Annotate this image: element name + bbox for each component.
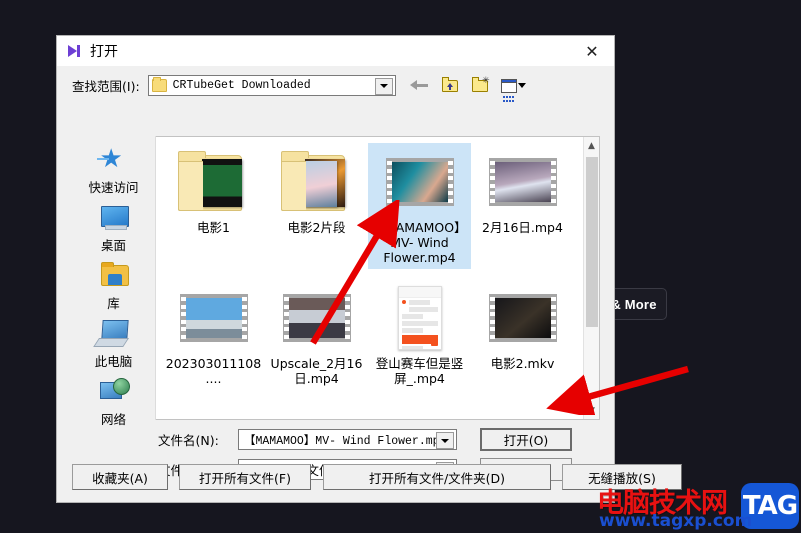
monitor-icon — [96, 202, 132, 234]
view-mode-icon[interactable] — [500, 76, 526, 102]
network-icon — [96, 376, 132, 408]
list-item[interactable]: 电影2.mkv — [471, 279, 574, 390]
open-button-label: 打开(O) — [503, 433, 549, 448]
sidebar-item-desktop[interactable]: 桌面 — [72, 202, 156, 254]
button-label: 收藏夹(A) — [92, 470, 148, 486]
open-all-files-folders-button[interactable]: 打开所有文件/文件夹(D) — [323, 464, 551, 490]
file-name: 电影2.mkv — [490, 356, 555, 371]
file-name: Upscale_2月16日.mp4 — [270, 356, 363, 386]
sidebar-item-label: 快速访问 — [88, 180, 139, 195]
places-sidebar: ★ 快速访问 桌面 库 此电脑 网络 — [72, 136, 156, 427]
button-label: 打开所有文件(F) — [199, 470, 291, 486]
filename-label: 文件名(N): — [158, 433, 219, 448]
list-item[interactable]: 登山赛车但是竖屏_.mp4 — [368, 279, 471, 390]
filename-row: 文件名(N): 【MAMAMOO】MV- Wind Flower.mp4 打开(… — [158, 428, 620, 451]
file-name: 【MAMAMOO】MV- Wind Flower.mp4 — [372, 220, 467, 265]
bottom-button-bar: 收藏夹(A) 打开所有文件(F) 打开所有文件/文件夹(D) 无缝播放(S) — [57, 454, 682, 502]
open-button[interactable]: 打开(O) — [480, 428, 572, 451]
dialog-toolbar: ✳ — [409, 75, 526, 102]
video-thumbnail — [282, 282, 351, 354]
open-file-dialog: 打开 ✕ 查找范围(I): CRTubeGet Downloaded ✳ ★ 快… — [56, 35, 682, 503]
list-item[interactable]: 电影1 — [162, 143, 265, 269]
more-button-label: & More — [611, 296, 657, 312]
vertical-scrollbar[interactable]: ▲ ▼ — [583, 137, 599, 419]
file-grid: 电影1 电影2片段 【MAMAMOO】MV- Wind Flower.mp4 2… — [156, 137, 580, 390]
screenshot-thumbnail — [397, 282, 442, 354]
sidebar-item-label: 库 — [107, 296, 120, 311]
new-folder-icon[interactable]: ✳ — [470, 75, 491, 95]
lookin-value: CRTubeGet Downloaded — [172, 78, 311, 92]
close-icon[interactable]: ✕ — [570, 36, 614, 66]
file-row: 电影1 电影2片段 【MAMAMOO】MV- Wind Flower.mp4 2… — [162, 143, 580, 269]
computer-icon — [96, 318, 132, 350]
folder-icon — [151, 76, 167, 92]
lookin-combobox[interactable]: CRTubeGet Downloaded — [147, 74, 396, 96]
lookin-row: 查找范围(I): CRTubeGet Downloaded ✳ — [57, 66, 614, 104]
folder-thumbnail — [177, 146, 250, 218]
watermark-text: 电脑技术网 www.tagxp.com — [595, 479, 752, 533]
dialog-titlebar: 打开 ✕ — [57, 36, 614, 66]
up-folder-icon[interactable] — [440, 76, 461, 95]
video-thumbnail — [488, 282, 557, 354]
sidebar-item-network[interactable]: 网络 — [72, 376, 156, 428]
list-item[interactable]: 2月16日.mp4 — [471, 143, 574, 269]
button-label: 打开所有文件/文件夹(D) — [368, 470, 506, 486]
chevron-down-icon[interactable] — [436, 432, 454, 449]
filename-value: 【MAMAMOO】MV- Wind Flower.mp4 — [244, 434, 447, 448]
video-thumbnail — [385, 146, 454, 218]
favorites-button[interactable]: 收藏夹(A) — [72, 464, 168, 490]
star-icon: ★ — [96, 144, 132, 176]
file-name: 202303011108.... — [165, 356, 262, 386]
sidebar-item-this-pc[interactable]: 此电脑 — [72, 318, 156, 370]
scrollbar-thumb[interactable] — [586, 157, 598, 327]
file-name: 电影1 — [197, 220, 230, 235]
sidebar-item-label: 网络 — [100, 412, 126, 427]
list-item-selected[interactable]: 【MAMAMOO】MV- Wind Flower.mp4 — [368, 143, 471, 269]
file-list[interactable]: 电影1 电影2片段 【MAMAMOO】MV- Wind Flower.mp4 2… — [156, 136, 600, 420]
lookin-label: 查找范围(I): — [72, 78, 140, 94]
watermark-url: www.tagxp.com — [599, 511, 753, 531]
sidebar-item-library[interactable]: 库 — [72, 260, 156, 312]
list-item[interactable]: Upscale_2月16日.mp4 — [265, 279, 368, 390]
sidebar-item-quick-access[interactable]: ★ 快速访问 — [72, 144, 156, 196]
watermark: 电脑技术网 www.tagxp.com TAG — [595, 479, 801, 533]
library-folder-icon — [96, 260, 132, 292]
video-thumbnail — [488, 146, 557, 218]
file-name: 登山赛车但是竖屏_.mp4 — [375, 356, 464, 386]
folder-thumbnail — [280, 146, 353, 218]
chevron-down-icon[interactable]: ▼ — [584, 402, 599, 419]
file-name: 2月16日.mp4 — [482, 220, 563, 235]
sidebar-item-label: 桌面 — [100, 238, 126, 253]
sidebar-item-label: 此电脑 — [94, 354, 133, 369]
file-row: 202303011108.... Upscale_2月16日.mp4 登山赛车但… — [162, 279, 580, 390]
file-name: 电影2片段 — [287, 220, 346, 235]
back-icon[interactable] — [409, 76, 431, 95]
list-item[interactable]: 电影2片段 — [265, 143, 368, 269]
filename-input[interactable]: 【MAMAMOO】MV- Wind Flower.mp4 — [238, 429, 457, 450]
play-triangle-icon — [67, 43, 83, 59]
chevron-up-icon[interactable]: ▲ — [584, 137, 599, 154]
dialog-title: 打开 — [90, 44, 118, 60]
open-all-files-button[interactable]: 打开所有文件(F) — [179, 464, 311, 490]
video-thumbnail — [179, 282, 248, 354]
browse-area: ★ 快速访问 桌面 库 此电脑 网络 电影1 电影2片段 【MAMAMOO】MV… — [72, 136, 600, 427]
chevron-down-icon[interactable] — [374, 77, 393, 95]
list-item[interactable]: 202303011108.... — [162, 279, 265, 390]
